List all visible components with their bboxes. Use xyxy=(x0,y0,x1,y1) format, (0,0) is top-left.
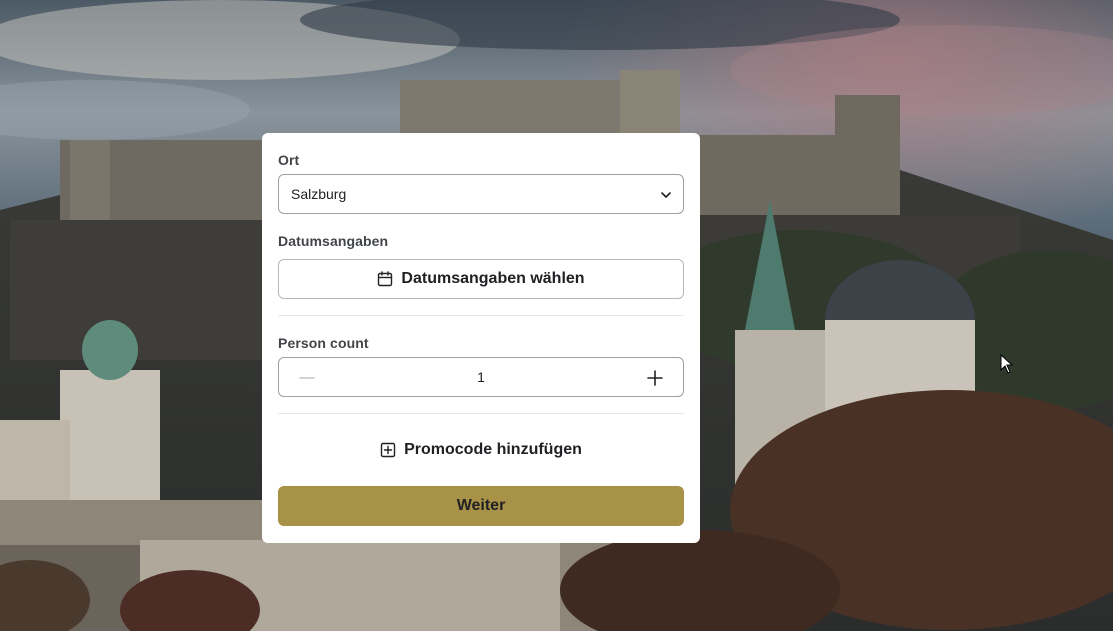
booking-card: Ort Salzburg Datumsangaben Datumsangaben… xyxy=(262,133,700,543)
select-dates-label: Datumsangaben wählen xyxy=(401,270,585,287)
person-count-value: 1 xyxy=(477,369,485,385)
plus-icon[interactable] xyxy=(645,368,665,388)
add-promocode-button[interactable]: Promocode hinzufügen xyxy=(278,433,684,467)
location-select[interactable]: Salzburg xyxy=(278,174,684,214)
location-value: Salzburg xyxy=(291,186,347,202)
divider xyxy=(278,413,684,414)
divider xyxy=(278,315,684,316)
person-count-label: Person count xyxy=(278,335,369,351)
person-count-stepper: 1 xyxy=(278,357,684,397)
calendar-icon xyxy=(378,271,393,287)
location-label: Ort xyxy=(278,152,300,168)
continue-button[interactable]: Weiter xyxy=(278,486,684,526)
select-dates-button[interactable]: Datumsangaben wählen xyxy=(278,259,684,299)
chevron-down-icon xyxy=(661,192,671,198)
dates-label: Datumsangaben xyxy=(278,233,389,249)
plus-square-icon xyxy=(380,442,396,458)
add-promocode-label: Promocode hinzufügen xyxy=(404,441,582,458)
mouse-pointer-icon xyxy=(1000,354,1014,374)
